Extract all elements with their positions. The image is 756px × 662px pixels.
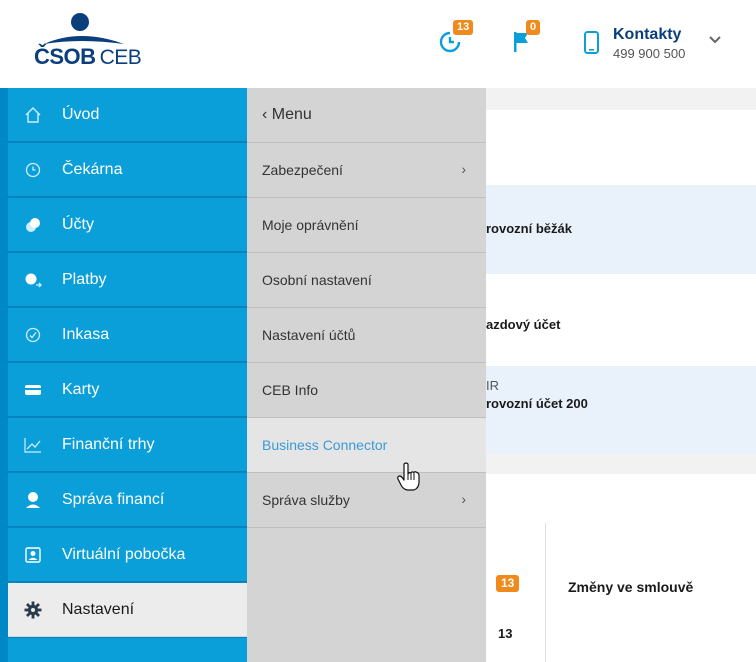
card-icon [22,379,44,401]
menu-item-label: Finanční trhy [62,435,155,453]
coins-icon [22,214,44,236]
menu-bottom-strip [8,638,247,662]
submenu-item-sprava-sluzby[interactable]: Správa služby › [247,473,486,528]
menu-item-nastaveni[interactable]: Nastavení [8,583,247,637]
submenu-item-label: Zabezpečení [262,162,343,178]
home-icon [22,104,44,126]
section-divider [486,454,756,474]
chart-icon [22,434,44,456]
account-name: azdový účet [486,317,561,332]
waiting-room-button[interactable]: 13 [438,20,478,54]
chevron-down-icon [709,36,721,44]
brand-name: ČSOB [34,44,96,69]
menu-item-label: Virtuální pobočka [62,545,186,563]
notice-badge: 13 [496,575,520,592]
submenu-item-nastaveni-uctu[interactable]: Nastavení účtů [247,308,486,363]
submenu-item-zabezpeceni[interactable]: Zabezpečení › [247,143,486,198]
submenu-item-label: CEB Info [262,382,319,398]
contacts-phone: 499 900 500 [613,46,686,61]
column-divider [545,523,546,662]
submenu-item-moje-opravneni[interactable]: Moje oprávnění [247,198,486,253]
account-name: rovozní běžák [486,221,572,236]
menu-item-label: Čekárna [62,160,123,178]
menu-item-platby[interactable]: Platby [8,253,247,307]
submenu-item-ceb-info[interactable]: CEB Info [247,363,486,418]
brand-suffix: CEB [99,46,142,69]
menu-item-inkasa[interactable]: Inkasa [8,308,247,362]
submenu-item-label: Nastavení účtů [262,327,356,343]
notice-title[interactable]: Změny ve smlouvě [568,579,693,595]
menu-item-label: Úvod [62,105,100,123]
menu-item-label: Inkasa [62,325,110,343]
branch-icon [22,544,44,566]
accounts-content: rovozní běžák azdový účet IR rovozní úče… [486,88,756,662]
settings-submenu: ‹ Menu Zabezpečení › Moje oprávnění Osob… [247,88,486,662]
notice-count: 13 [498,626,513,641]
menu-item-label: Platby [62,270,107,288]
account-currency: IR [486,378,499,393]
flag-badge: 0 [526,20,541,35]
collection-icon [22,324,44,346]
notifications-button[interactable]: 0 [512,20,548,54]
account-row[interactable]: rovozní běžák [486,185,756,274]
menu-item-financni-trhy[interactable]: Finanční trhy [8,418,247,472]
menu-item-karty[interactable]: Karty [8,363,247,417]
submenu-item-business-connector[interactable]: Business Connector [247,418,486,473]
chevron-right-icon: › [461,491,466,507]
menu-item-label: Správa financí [62,490,165,508]
phone-icon [584,31,599,54]
clock-icon [22,159,44,181]
menu-item-label: Karty [62,380,100,398]
menu-item-uvod[interactable]: Úvod [8,88,247,142]
menu-item-label: Nastavení [62,600,135,618]
menu-item-ucty[interactable]: Účty [8,198,247,252]
menu-item-virtualni-pobocka[interactable]: Virtuální pobočka [8,528,247,582]
submenu-item-label: Moje oprávnění [262,217,359,233]
menu-item-label: Účty [62,215,94,233]
waiting-badge: 13 [453,20,474,35]
hand-cursor-icon [397,462,420,491]
submenu-back-button[interactable]: ‹ Menu [247,88,486,143]
finance-person-icon [22,489,44,511]
gear-icon [22,599,44,621]
contacts-title: Kontakty [613,26,682,43]
menu-item-sprava-financi[interactable]: Správa financí [8,473,247,527]
account-row[interactable]: IR rovozní účet 200 [486,366,756,454]
header: ČSOB CEB 13 0 Kontakty 499 900 500 [0,0,756,88]
menu-item-cekarna[interactable]: Čekárna [8,143,247,197]
brand-wordmark: ČSOB CEB [34,44,142,70]
chevron-right-icon: › [461,161,466,177]
submenu-item-label: Správa služby [262,492,350,508]
payment-icon [22,269,44,291]
account-name: rovozní účet 200 [486,396,588,411]
submenu-item-osobni-nastaveni[interactable]: Osobní nastavení [247,253,486,308]
submenu-item-label: Business Connector [262,437,388,453]
main-menu: Úvod Čekárna Účty Platby Inkasa Karty Fi… [0,88,247,662]
submenu-item-label: Osobní nastavení [262,272,372,288]
section-divider [486,88,756,110]
